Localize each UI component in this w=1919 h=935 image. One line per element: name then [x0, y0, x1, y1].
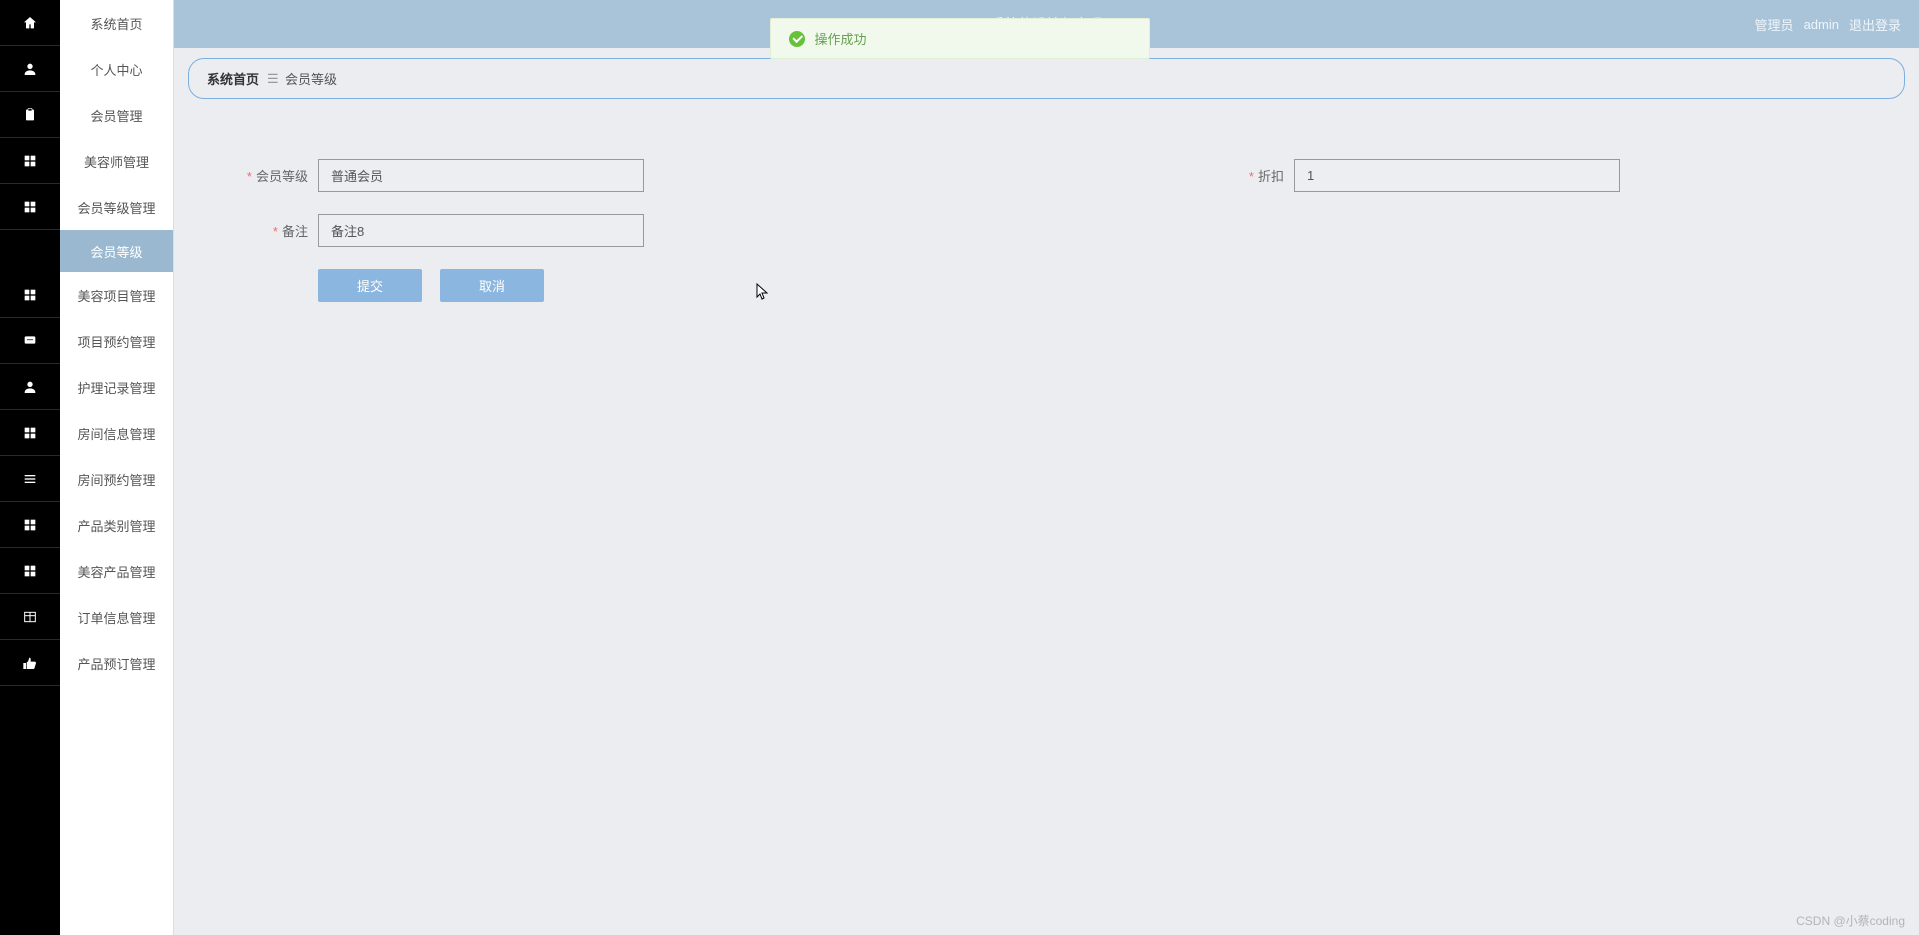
breadcrumb-sep-icon: ☰: [267, 71, 277, 87]
sidebar-item-care-record[interactable]: 护理记录管理: [60, 364, 173, 410]
input-remark[interactable]: [318, 214, 644, 247]
check-circle-icon: [789, 31, 805, 47]
input-discount[interactable]: [1294, 159, 1620, 192]
toast-text: 操作成功: [815, 29, 867, 48]
admin-name[interactable]: admin: [1804, 17, 1839, 32]
header-right: 管理员 admin 退出登录: [1755, 15, 1901, 34]
sidebar-icon-grid-2[interactable]: [0, 184, 60, 230]
breadcrumb-home[interactable]: 系统首页: [207, 69, 259, 88]
form-col-remark: 备注: [218, 214, 644, 247]
label-remark: 备注: [218, 221, 318, 240]
sidebar-item-room-info[interactable]: 房间信息管理: [60, 410, 173, 456]
sidebar-icon-home[interactable]: [0, 0, 60, 46]
sidebar-icon-grid-1[interactable]: [0, 138, 60, 184]
sidebar-item-beauty-project[interactable]: 美容项目管理: [60, 272, 173, 318]
sidebar-item-member[interactable]: 会员管理: [60, 92, 173, 138]
sidebar-icon-chat[interactable]: [0, 318, 60, 364]
breadcrumb-current: 会员等级: [285, 69, 337, 88]
sidebar-icon-user-2[interactable]: [0, 364, 60, 410]
form-row-1: 会员等级 折扣: [218, 159, 1875, 192]
sidebar-item-personal[interactable]: 个人中心: [60, 46, 173, 92]
admin-role: 管理员: [1755, 15, 1794, 34]
cancel-button[interactable]: 取消: [440, 269, 544, 302]
sidebar-icon-grid-6[interactable]: [0, 548, 60, 594]
sidebar-item-home[interactable]: 系统首页: [60, 0, 173, 46]
toast-success: 操作成功: [770, 18, 1150, 59]
form-col-discount: 折扣: [1214, 159, 1620, 192]
sidebar-item-order-info[interactable]: 订单信息管理: [60, 594, 173, 640]
sidebar-item-beautician[interactable]: 美容师管理: [60, 138, 173, 184]
form-row-2: 备注: [218, 214, 1875, 247]
sidebar-item-beauty-product[interactable]: 美容产品管理: [60, 548, 173, 594]
sidebar-icon-list[interactable]: [0, 456, 60, 502]
label-discount: 折扣: [1214, 166, 1294, 185]
sidebar-icon-grid-5[interactable]: [0, 502, 60, 548]
label-member-level: 会员等级: [218, 166, 318, 185]
sidebar-item-room-reserve[interactable]: 房间预约管理: [60, 456, 173, 502]
submit-button[interactable]: 提交: [318, 269, 422, 302]
breadcrumb: 系统首页 ☰ 会员等级: [188, 58, 1905, 99]
sidebar-sub-spacer: [0, 230, 60, 272]
sidebar-item-member-level[interactable]: 会员等级管理: [60, 184, 173, 230]
sidebar-item-project-reserve[interactable]: 项目预约管理: [60, 318, 173, 364]
form-col-member-level: 会员等级: [218, 159, 644, 192]
sidebar-icon-grid-3[interactable]: [0, 272, 60, 318]
sidebar-icon-user[interactable]: [0, 46, 60, 92]
form-area: 会员等级 折扣 备注 提交 取消: [188, 99, 1905, 302]
sidebar-icon-clipboard[interactable]: [0, 92, 60, 138]
button-row: 提交 取消: [318, 269, 1875, 302]
sidebar-icon-grid-4[interactable]: [0, 410, 60, 456]
text-sidebar: 系统首页 个人中心 会员管理 美容师管理 会员等级管理 会员等级 美容项目管理 …: [60, 0, 174, 935]
sidebar-sub-member-level[interactable]: 会员等级: [60, 230, 173, 272]
sidebar-icon-table[interactable]: [0, 594, 60, 640]
sidebar-icon-thumb[interactable]: [0, 640, 60, 686]
sidebar-item-product-category[interactable]: 产品类别管理: [60, 502, 173, 548]
input-member-level[interactable]: [318, 159, 644, 192]
sidebar-item-product-reserve[interactable]: 产品预订管理: [60, 640, 173, 686]
icon-sidebar: [0, 0, 60, 935]
watermark: CSDN @小蔡coding: [1796, 912, 1905, 929]
logout-link[interactable]: 退出登录: [1849, 15, 1901, 34]
content-area: 系统首页 ☰ 会员等级 会员等级 折扣 备注 提交 取消: [174, 48, 1919, 935]
